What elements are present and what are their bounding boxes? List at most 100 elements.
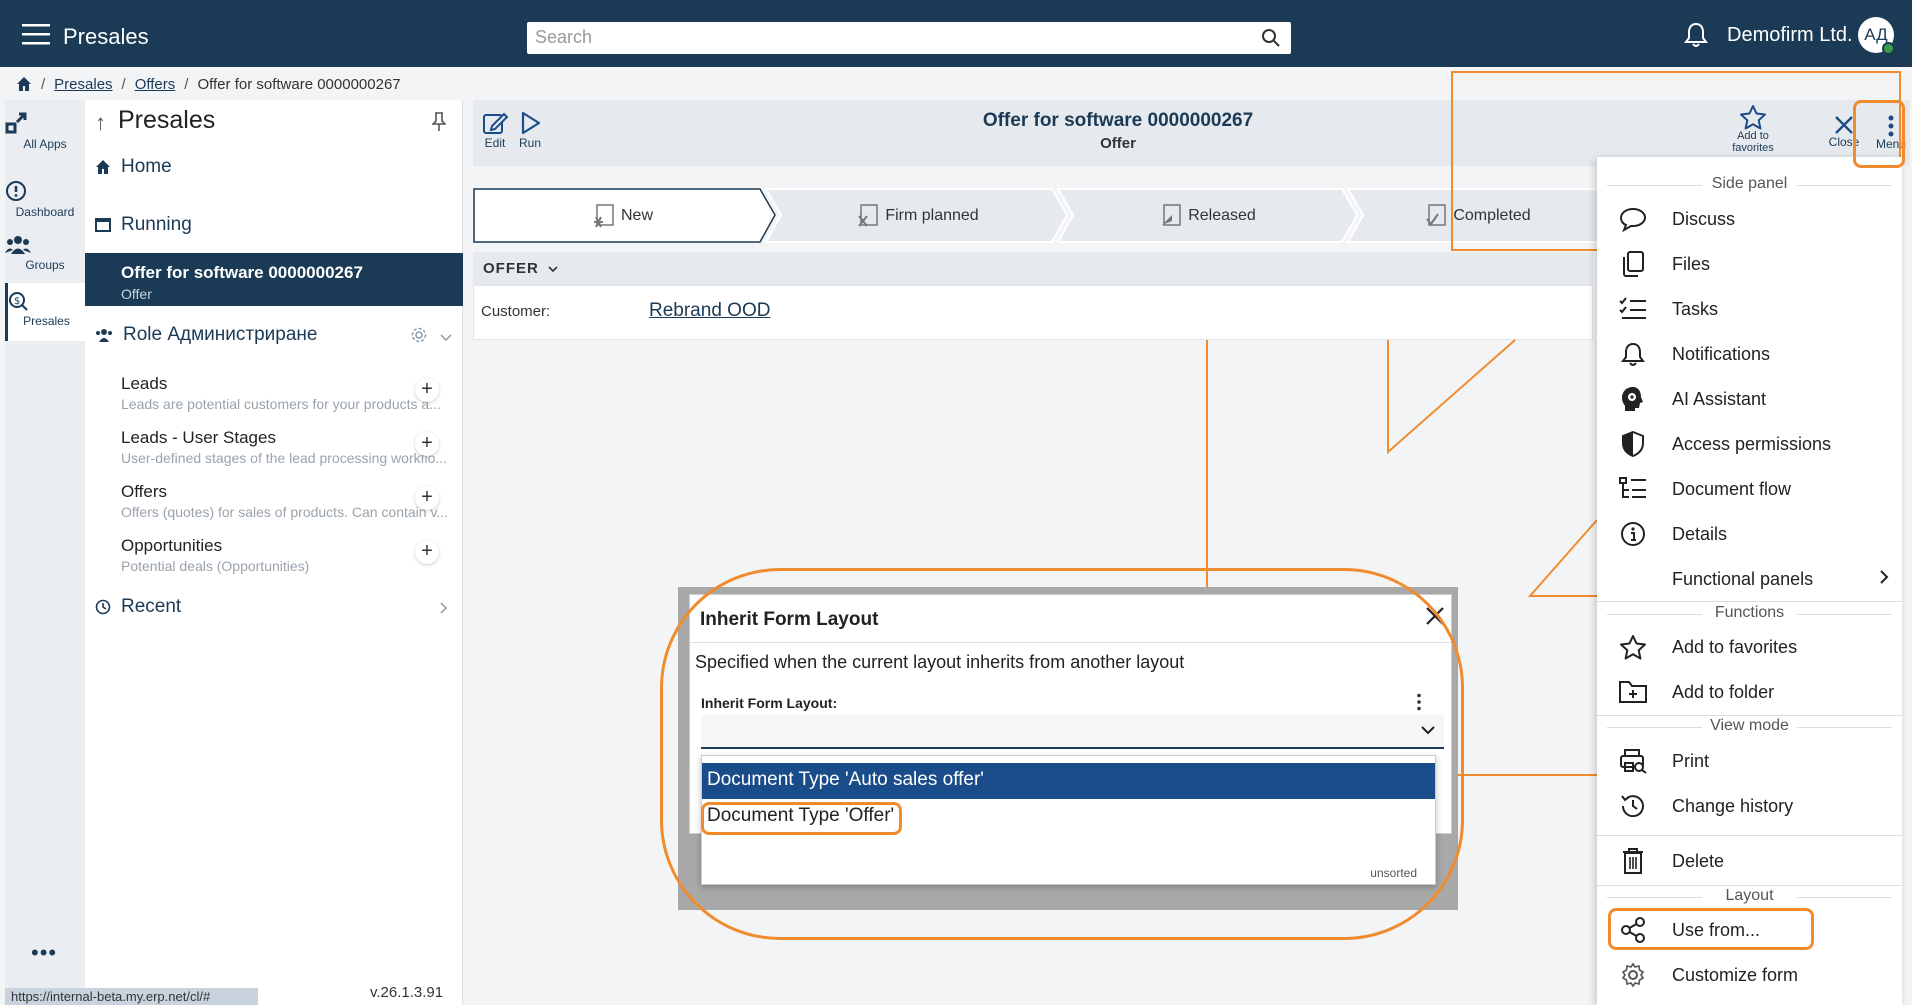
version-label: v.26.1.3.91 (370, 984, 444, 1001)
dropdown-sort-status[interactable]: unsorted (1370, 866, 1417, 880)
nav-entry-leads[interactable]: Leads Leads are potential customers for … (121, 374, 461, 412)
add-offer-button[interactable]: + (415, 486, 439, 510)
chat-bubble-icon (1617, 203, 1649, 235)
combobox-chevron-down-icon[interactable] (1421, 726, 1435, 735)
menu-item-label: Change history (1672, 795, 1794, 816)
rail-all-apps[interactable]: All Apps (5, 112, 85, 151)
completed-document-icon (1425, 203, 1447, 228)
menu-details[interactable]: Details (1617, 514, 1897, 554)
stage-label: Firm planned (885, 206, 979, 224)
menu-button[interactable]: Menu (1873, 115, 1909, 151)
section-title: OFFER (483, 260, 539, 277)
menu-add-to-favorites[interactable]: Add to favorites (1617, 627, 1897, 667)
notifications-bell-icon[interactable] (1683, 21, 1709, 49)
inherit-layout-input[interactable] (701, 715, 1401, 747)
nav-running[interactable]: Running (95, 214, 192, 236)
nav-role[interactable]: Role Администриране (95, 324, 453, 346)
dashboard-icon (5, 180, 85, 202)
rail-groups[interactable]: Groups (5, 235, 85, 272)
menu-access-permissions[interactable]: Access permissions (1617, 424, 1897, 464)
breadcrumb-offers-link[interactable]: Offers (135, 76, 176, 93)
role-users-icon (95, 328, 113, 342)
menu-divider (1597, 601, 1902, 602)
menu-discuss[interactable]: Discuss (1617, 199, 1897, 239)
star-icon (1728, 104, 1778, 130)
home-icon[interactable] (16, 76, 32, 92)
menu-notifications[interactable]: Notifications (1617, 334, 1897, 374)
close-icon (1826, 115, 1862, 135)
add-lead-user-stage-button[interactable]: + (415, 432, 439, 456)
view-mode-header: View mode (1597, 717, 1902, 735)
menu-item-label: Customize form (1672, 964, 1799, 985)
nav-title: Presales (118, 106, 216, 134)
info-icon (1617, 518, 1649, 550)
role-chevron-down-icon[interactable] (440, 334, 452, 342)
nav-running-document[interactable]: Offer for software 0000000267 Offer (85, 253, 463, 306)
avatar-status-badge (1882, 42, 1895, 55)
svg-text:$: $ (14, 296, 20, 307)
dialog-close-icon[interactable] (1425, 606, 1445, 626)
stage-label: Completed (1453, 206, 1531, 224)
nav-entry-leads-user-stages[interactable]: Leads - User Stages User-defined stages … (121, 428, 461, 466)
breadcrumb-separator: / (184, 75, 189, 93)
bell-icon (1617, 338, 1649, 370)
menu-functional-panels[interactable]: Functional panels (1617, 559, 1897, 599)
stage-released[interactable]: Released (1063, 188, 1353, 243)
running-doc-title: Offer for software 0000000267 (121, 263, 363, 282)
menu-item-label: Print (1672, 750, 1710, 771)
option-auto-sales-offer[interactable]: Document Type 'Auto sales offer' (702, 763, 1435, 799)
stage-completed[interactable]: Completed (1353, 188, 1603, 243)
navigation-panel: ↑ Presales Home Running Offer for softwa… (85, 100, 463, 1005)
close-document-button[interactable]: Close (1826, 115, 1862, 149)
offer-section-header[interactable]: OFFER (473, 252, 1593, 285)
add-lead-button[interactable]: + (415, 378, 439, 402)
stage-firm-planned[interactable]: Firm planned (773, 188, 1063, 243)
hamburger-menu-icon[interactable] (22, 22, 50, 46)
rail-dashboard[interactable]: Dashboard (5, 180, 85, 219)
nav-home[interactable]: Home (95, 156, 172, 178)
trash-icon (1617, 845, 1649, 877)
menu-document-flow[interactable]: Document flow (1617, 469, 1897, 509)
search-input[interactable] (527, 22, 1227, 52)
add-opportunity-button[interactable]: + (415, 540, 439, 564)
breadcrumb-separator: / (41, 75, 46, 93)
document-title: Offer for software 0000000267 (982, 110, 1254, 131)
back-arrow-icon[interactable]: ↑ (95, 110, 106, 136)
menu-add-to-folder[interactable]: Add to folder (1617, 672, 1897, 712)
firm-planned-document-icon (857, 203, 879, 228)
menu-item-label: Tasks (1672, 298, 1719, 319)
nav-entry-offers[interactable]: Offers Offers (quotes) for sales of prod… (121, 482, 461, 520)
menu-tasks[interactable]: Tasks (1617, 289, 1897, 329)
pin-icon[interactable] (432, 112, 446, 132)
menu-item-label: Use from... (1672, 919, 1761, 940)
nav-recent-label: Recent (121, 596, 182, 617)
more-apps-icon[interactable]: ••• (31, 940, 57, 966)
menu-item-label: Access permissions (1672, 433, 1832, 454)
add-to-favorites-button[interactable]: Add to favorites (1728, 104, 1778, 154)
option-offer[interactable]: Document Type 'Offer' (702, 799, 1435, 835)
company-name[interactable]: Demofirm Ltd. (1727, 24, 1853, 47)
breadcrumb-presales-link[interactable]: Presales (54, 76, 112, 93)
star-icon (1617, 631, 1649, 663)
menu-delete[interactable]: Delete (1617, 841, 1897, 881)
nav-entry-opportunities[interactable]: Opportunities Potential deals (Opportuni… (121, 536, 461, 574)
search-icon[interactable] (1261, 28, 1281, 48)
document-subtitle: Offer (1100, 135, 1136, 152)
nav-recent[interactable]: Recent (95, 596, 181, 618)
customer-link[interactable]: Rebrand OOD (649, 300, 770, 322)
recent-chevron-right-icon[interactable] (440, 602, 448, 614)
running-doc-subtitle: Offer (121, 286, 152, 302)
menu-ai-assistant[interactable]: AI Assistant (1617, 379, 1897, 419)
breadcrumb-separator: / (121, 75, 126, 93)
side-panel-header: Side panel (1597, 175, 1902, 193)
menu-customize-form[interactable]: Customize form (1617, 955, 1897, 995)
menu-change-history[interactable]: Change history (1617, 786, 1897, 826)
entry-description: Offers (quotes) for sales of products. C… (121, 504, 449, 520)
field-options-kebab-icon[interactable] (1416, 693, 1422, 711)
role-settings-gear-icon[interactable] (410, 326, 428, 344)
menu-files[interactable]: Files (1617, 244, 1897, 284)
menu-use-from[interactable]: Use from... (1617, 910, 1897, 950)
rail-presales[interactable]: $ Presales (5, 283, 85, 341)
menu-print[interactable]: Print (1617, 741, 1897, 781)
stage-new[interactable]: New (473, 188, 773, 243)
